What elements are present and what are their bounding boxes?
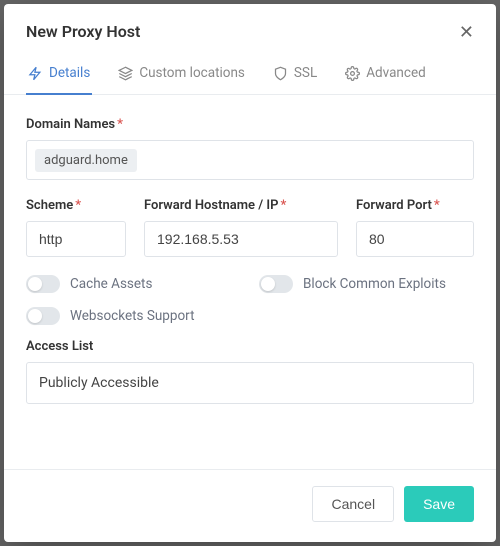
modal-body: Domain Names* adguard.home Scheme* Forwa… <box>4 95 496 470</box>
required-marker: * <box>75 198 81 213</box>
layers-icon <box>118 66 133 81</box>
forward-host-group: Forward Hostname / IP* <box>144 198 338 257</box>
scheme-label: Scheme* <box>26 198 126 213</box>
forward-host-input[interactable] <box>144 221 338 257</box>
required-marker: * <box>434 198 440 213</box>
tab-custom-label: Custom locations <box>139 65 245 81</box>
scheme-select[interactable] <box>26 221 126 257</box>
gear-icon <box>345 66 360 81</box>
domain-names-group: Domain Names* adguard.home <box>26 117 474 180</box>
tab-details-label: Details <box>49 65 90 81</box>
tabs: Details Custom locations SSL Advanced <box>4 55 496 95</box>
domain-names-label: Domain Names* <box>26 117 474 132</box>
cache-assets-item: Cache Assets <box>26 275 241 293</box>
close-button[interactable]: ✕ <box>459 23 474 41</box>
required-marker: * <box>280 198 286 213</box>
access-list-select[interactable]: Publicly Accessible <box>26 362 474 404</box>
tab-custom-locations[interactable]: Custom locations <box>116 55 247 95</box>
tab-advanced-label: Advanced <box>366 65 426 81</box>
new-proxy-host-modal: New Proxy Host ✕ Details Custom location… <box>4 4 496 542</box>
access-list-label: Access List <box>26 339 474 354</box>
tab-ssl-label: SSL <box>294 65 317 81</box>
forward-port-input[interactable] <box>356 221 474 257</box>
domain-names-input[interactable]: adguard.home <box>26 140 474 180</box>
cancel-button[interactable]: Cancel <box>312 486 394 522</box>
required-marker: * <box>117 117 123 132</box>
save-button[interactable]: Save <box>404 486 474 522</box>
websockets-toggle[interactable] <box>26 307 60 325</box>
tab-details[interactable]: Details <box>26 55 92 95</box>
forward-port-group: Forward Port* <box>356 198 474 257</box>
close-icon: ✕ <box>459 22 474 42</box>
cache-assets-toggle[interactable] <box>26 275 60 293</box>
toggle-row-2: Websockets Support <box>26 307 474 325</box>
modal-footer: Cancel Save <box>4 470 496 542</box>
tab-ssl[interactable]: SSL <box>271 55 319 95</box>
block-exploits-item: Block Common Exploits <box>259 275 474 293</box>
block-exploits-label: Block Common Exploits <box>303 276 446 292</box>
scheme-group: Scheme* <box>26 198 126 257</box>
forward-port-label: Forward Port* <box>356 198 474 213</box>
websockets-item: Websockets Support <box>26 307 241 325</box>
cache-assets-label: Cache Assets <box>70 276 152 292</box>
forward-host-label: Forward Hostname / IP* <box>144 198 338 213</box>
shield-icon <box>273 66 288 81</box>
tab-advanced[interactable]: Advanced <box>343 55 428 95</box>
modal-header: New Proxy Host ✕ <box>4 4 496 55</box>
forward-row: Scheme* Forward Hostname / IP* Forward P… <box>26 198 474 257</box>
toggle-row-1: Cache Assets Block Common Exploits <box>26 275 474 293</box>
domain-tag[interactable]: adguard.home <box>35 149 137 172</box>
access-list-group: Access List Publicly Accessible <box>26 339 474 404</box>
modal-title: New Proxy Host <box>26 22 140 41</box>
bolt-icon <box>28 66 43 81</box>
block-exploits-toggle[interactable] <box>259 275 293 293</box>
websockets-label: Websockets Support <box>70 308 195 324</box>
